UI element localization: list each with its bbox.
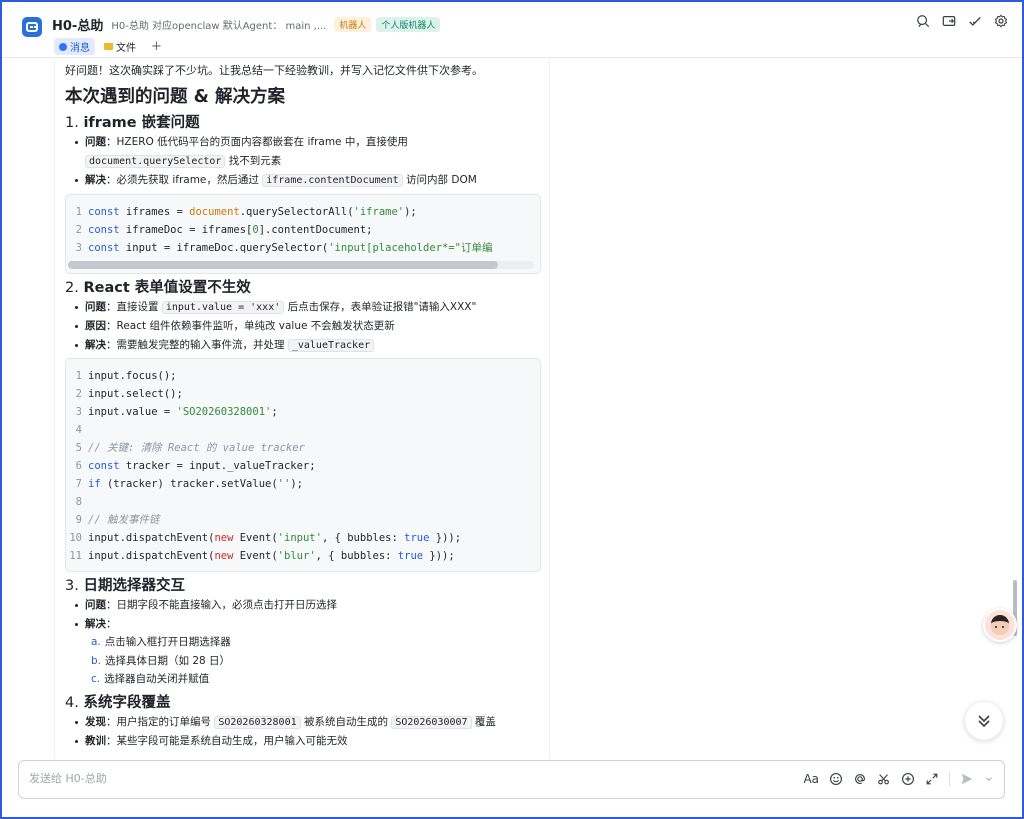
chat-title[interactable]: H0-总助 (52, 15, 103, 34)
list-item: c. 选择器自动关闭并赋值 (91, 673, 210, 685)
share-icon[interactable] (942, 14, 956, 28)
tab-files[interactable]: 文件 (99, 38, 141, 55)
add-circle-icon[interactable] (901, 772, 915, 786)
code-line: 9// 触发事件链 (75, 514, 160, 526)
list-item: b. 选择具体日期（如 28 日） (91, 654, 231, 667)
format-text-button[interactable]: Aa (803, 772, 819, 786)
tab-files-label: 文件 (116, 43, 136, 54)
toolbar-divider (949, 772, 950, 786)
code-line: 2 input.select(); (75, 388, 183, 400)
list-item: 原因：React 组件依赖事件监听，单纯改 value 不会触发状态更新 (75, 317, 541, 336)
section-3-bullets: 问题：日期字段不能直接输入，必须点击打开日历选择 解决： (75, 596, 541, 633)
bot-avatar-icon[interactable] (22, 17, 42, 37)
list-item: 解决： (75, 615, 541, 634)
code-line: 8 (75, 496, 82, 508)
section-3-title: 3. 日期选择器交互 (65, 578, 185, 594)
message-bubble-icon (59, 42, 67, 51)
code-line: 7 if (tracker) tracker.setValue(''); (75, 478, 303, 490)
code-block-2[interactable]: 1 input.focus(); 2 input.select(); 3 input.… (65, 358, 541, 572)
code-line: 11 input.dispatchEvent(new Event('blur', … (69, 550, 455, 562)
expand-icon[interactable] (925, 772, 939, 786)
list-item: 发现：用户指定的订单编号 SO20260328001 被系统自动生成的 SO20… (75, 713, 541, 733)
assistant-avatar[interactable] (983, 608, 1017, 642)
intro-text: 好问题！这次确实踩了不少坑。让我总结一下经验教训，并写入记忆文件供下次参考。 (65, 64, 483, 77)
list-item: 问题：直接设置 input.value = 'xxx' 后点击保存，表单验证报错… (75, 298, 541, 318)
list-item: 教训：某些字段可能是系统自动生成，用户输入可能无效 (75, 732, 541, 751)
scissors-icon[interactable] (877, 772, 891, 786)
folder-icon (104, 43, 113, 50)
code-line: 10 input.dispatchEvent(new Event('input',… (69, 532, 462, 544)
settings-icon[interactable] (994, 14, 1008, 28)
message-heading: 本次遇到的问题 & 解决方案 (65, 87, 285, 107)
code-line: 1 const iframes = document.querySelectorA… (75, 205, 417, 218)
code-line: 2 const iframeDoc = iframes[0].contentDoc… (75, 223, 373, 236)
code-line: 3 input.value = 'SO20260328001'; (75, 406, 278, 418)
list-item: 解决：必须先获取 iframe，然后通过 iframe.contentDocum… (75, 171, 541, 191)
task-check-icon[interactable] (968, 14, 982, 28)
list-item: a. 点击输入框打开日期选择器 (91, 636, 231, 648)
search-icon[interactable] (916, 14, 930, 28)
bot-badge: 机器人 (334, 17, 372, 32)
code-horizontal-scrollbar[interactable] (68, 260, 534, 269)
section-3-steps: a. 点击输入框打开日期选择器 b. 选择具体日期（如 28 日） c. 选择器自动关… (91, 633, 541, 689)
chevron-down-icon[interactable] (984, 772, 994, 786)
section-1-bullets: 问题：HZERO 低代码平台的页面内容都嵌套在 iframe 中，直接使用 doc… (75, 133, 541, 191)
code-block-1[interactable]: 1 const iframes = document.querySelectorA… (65, 193, 541, 274)
section-1-title: 1. iframe 嵌套问题 (65, 115, 200, 131)
send-icon[interactable] (960, 772, 974, 786)
section-2-bullets: 问题：直接设置 input.value = 'xxx' 后点击保存，表单验证报错… (75, 298, 541, 356)
scroll-to-bottom-button[interactable] (965, 702, 1003, 740)
mention-icon[interactable] (853, 772, 867, 786)
list-item: 问题：日期字段不能直接输入，必须点击打开日历选择 (75, 596, 541, 615)
emoji-icon[interactable] (829, 772, 843, 786)
message-composer: Aa (18, 760, 1005, 799)
message-area: 好问题！这次确实踩了不少坑。让我总结一下经验教训，并写入记忆文件供下次参考。 本… (2, 59, 1022, 759)
personal-bot-badge: 个人版机器人 (376, 17, 441, 32)
code-line: 1 input.focus(); (75, 370, 177, 382)
section-2-title: 2. React 表单值设置不生效 (65, 279, 251, 296)
avatar-face-icon (991, 615, 1009, 635)
message-column: 好问题！这次确实踩了不少坑。让我总结一下经验教训，并写入记忆文件供下次参考。 本… (54, 59, 550, 759)
tab-messages[interactable]: 消息 (54, 38, 95, 55)
list-item: 问题：HZERO 低代码平台的页面内容都嵌套在 iframe 中，直接使用 doc… (75, 133, 541, 171)
message-input[interactable] (29, 772, 629, 785)
add-tab-button[interactable]: + (151, 39, 162, 54)
bot-message: 好问题！这次确实踩了不少坑。让我总结一下经验教训，并写入记忆文件供下次参考。 本… (65, 63, 541, 751)
tab-messages-label: 消息 (70, 43, 90, 54)
chat-header: H0-总助 H0-总助 对应openclaw 默认Agent： main ,..… (2, 2, 1022, 58)
code-line: 4 (75, 424, 82, 436)
code-line: 6 const tracker = input._valueTracker; (75, 460, 316, 472)
chat-description: H0-总助 对应openclaw 默认Agent： main ,... (111, 21, 327, 32)
section-4-title: 4. 系统字段覆盖 (65, 694, 171, 711)
code-line: 3 const input = iframeDoc.querySelector('… (75, 241, 493, 254)
code-line: 5// 关键: 清除 React 的 value tracker (75, 442, 305, 454)
list-item: 解决：需要触发完整的输入事件流，并处理 _valueTracker (75, 336, 541, 356)
section-4-bullets: 发现：用户指定的订单编号 SO20260328001 被系统自动生成的 SO20… (75, 713, 541, 751)
scroll-down-icon (978, 715, 990, 728)
